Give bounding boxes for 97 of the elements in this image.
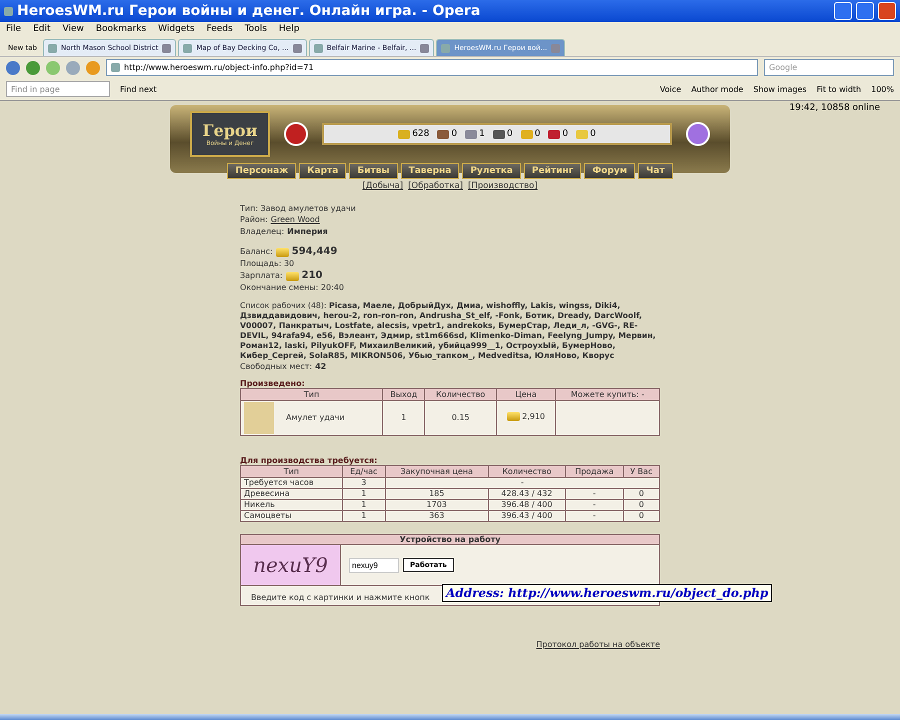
column-header: Тип <box>240 388 383 400</box>
favicon-icon <box>111 63 120 72</box>
resource-icon <box>576 130 588 138</box>
find-next-button[interactable]: Find next <box>120 84 157 94</box>
column-header: Выход <box>382 388 425 400</box>
table-cell: Никель <box>240 500 342 510</box>
work-log-link[interactable]: Протокол работы на объекте <box>536 640 660 649</box>
section-link[interactable]: [Производство] <box>468 181 538 191</box>
menu-item[interactable]: View <box>62 24 84 34</box>
free-slots-label: Свободных мест: <box>240 361 312 373</box>
column-header: У Вас <box>623 466 660 478</box>
column-header: Количество <box>488 466 566 478</box>
favicon-icon <box>183 44 192 52</box>
job-title: Устройство на работу <box>240 534 660 545</box>
area-text: Площадь: 30 <box>240 258 294 270</box>
table-cell: Древесина <box>240 488 342 500</box>
resource-icon <box>492 130 505 138</box>
column-header: Можете купить: - <box>556 388 660 400</box>
menu-item[interactable]: Edit <box>33 24 50 34</box>
column-header: Тип <box>240 466 342 478</box>
menu-item[interactable]: Bookmarks <box>96 24 146 34</box>
district-link[interactable]: Green Wood <box>270 214 320 226</box>
zoom-dropdown[interactable]: 100% <box>871 84 894 94</box>
requirements-title: Для производства требуется: <box>240 456 378 465</box>
section-link[interactable]: [Обработка] <box>408 181 463 191</box>
resource-count: 628 <box>412 129 430 139</box>
owner-label: Владелец: <box>240 226 284 238</box>
resource-count: 1 <box>479 129 485 139</box>
column-header: Количество <box>424 388 496 400</box>
table-cell: Требуется часов <box>240 478 342 488</box>
district-label: Район: <box>240 214 268 226</box>
favicon-icon <box>441 44 450 52</box>
fit-to-width-button[interactable]: Fit to width <box>816 84 862 94</box>
resource-icon <box>520 130 533 138</box>
menu-item[interactable]: Tools <box>244 24 267 34</box>
table-cell: 363 <box>385 510 488 522</box>
menu-item[interactable]: Help <box>278 24 300 34</box>
resource-icon <box>465 130 478 138</box>
nav-button[interactable]: Рейтинг <box>524 163 582 179</box>
author-mode-button[interactable]: Author mode <box>691 84 744 94</box>
window-title: HeroesWM.ru Герои войны и денег. Онлайн игра. - Opera <box>17 3 482 19</box>
resource-icon <box>437 130 450 138</box>
column-header: Закупочная цена <box>385 466 488 478</box>
resource-icon <box>398 130 410 138</box>
close-button[interactable] <box>878 2 896 20</box>
resource-count: 0 <box>590 129 596 139</box>
nav-button[interactable]: Карта <box>299 163 346 179</box>
menu-item[interactable]: File <box>6 24 22 34</box>
find-field[interactable]: Find in page <box>6 81 110 97</box>
table-cell: 396.43 / 400 <box>488 510 566 522</box>
nav-button[interactable]: Форум <box>584 163 636 179</box>
table-cell: 396.48 / 400 <box>488 500 566 510</box>
nav-button[interactable]: Рулетка <box>462 163 521 179</box>
type-text: Тип: Завод амулетов удачи <box>240 203 357 214</box>
address-tooltip: Address: http://www.heroeswm.ru/object_do.php <box>442 584 772 602</box>
nav-button[interactable]: Чат <box>638 163 673 179</box>
resource-count: 0 <box>562 129 568 139</box>
table-cell: 185 <box>385 488 488 500</box>
favicon-icon <box>314 44 323 52</box>
table-cell: 428.43 / 432 <box>488 488 566 500</box>
resource-icon <box>548 130 560 138</box>
produced-title: Произведено: <box>240 379 306 388</box>
captcha-image: nexuY9 <box>241 545 341 585</box>
table-cell: 0.15 <box>424 400 496 436</box>
salary-value: 210 <box>302 270 322 282</box>
nav-button[interactable]: Таверна <box>400 163 460 179</box>
free-slots-value: 42 <box>315 361 326 373</box>
show-images-button[interactable]: Show images <box>753 84 807 94</box>
nav-button[interactable]: Персонаж <box>227 163 296 179</box>
resource-count: 0 <box>534 129 540 139</box>
price-value: 2,910 <box>522 412 546 422</box>
maximize-button[interactable] <box>856 2 874 20</box>
online-status: 19:42, 10858 online <box>789 103 880 113</box>
code-input[interactable]: nexuy9 <box>349 558 399 572</box>
table-cell: - <box>385 478 660 488</box>
owner-value: Империя <box>287 226 328 238</box>
table-cell: Самоцветы <box>240 510 342 522</box>
nav-button[interactable]: Битвы <box>349 163 398 179</box>
column-header: Ед/час <box>342 466 386 478</box>
column-header: Цена <box>496 388 556 400</box>
table-cell: 1 <box>382 400 425 436</box>
table-cell: 1703 <box>385 500 488 510</box>
menu-item[interactable]: Feeds <box>206 24 233 34</box>
address-field[interactable]: http://www.heroeswm.ru/object-info.php?id=71 <box>106 59 758 76</box>
salary-label: Зарплата: <box>240 270 283 282</box>
minimize-button[interactable] <box>834 2 852 20</box>
favicon-icon <box>48 44 57 52</box>
balance-value: 594,449 <box>292 246 338 258</box>
product-name: Амулет удачи <box>286 413 345 423</box>
column-header: Продажа <box>565 466 624 478</box>
balance-label: Баланс: <box>240 246 273 258</box>
voice-button[interactable]: Voice <box>660 84 682 94</box>
resource-count: 0 <box>451 129 458 139</box>
resource-count: 0 <box>506 129 513 139</box>
menu-item[interactable]: Widgets <box>158 24 195 34</box>
shift-end-text: Окончание смены: 20:40 <box>240 282 344 294</box>
section-link[interactable]: [Добыча] <box>362 181 404 191</box>
